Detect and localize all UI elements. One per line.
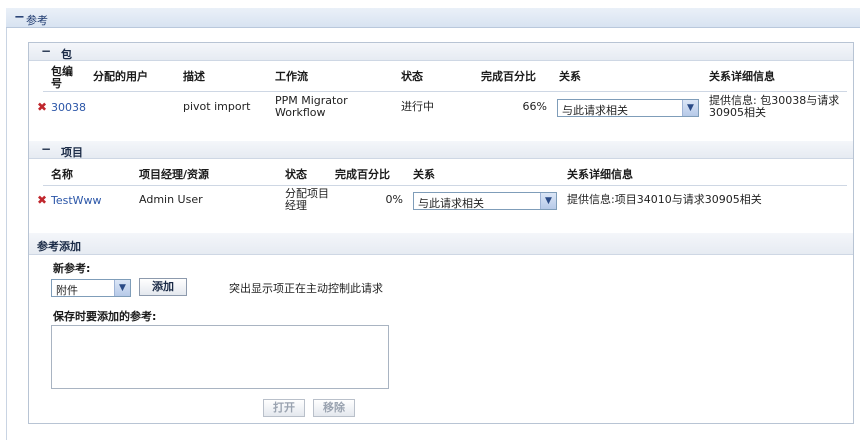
- package-link[interactable]: 30038: [51, 101, 86, 114]
- projects-header: − 项目: [29, 141, 853, 159]
- col-project-relationship-details: 关系详细信息: [567, 168, 633, 181]
- col-relationship-details: 关系详细信息: [709, 70, 775, 83]
- chevron-down-icon[interactable]: ▼: [114, 280, 130, 296]
- package-description: pivot import: [183, 100, 251, 113]
- col-status: 状态: [401, 70, 423, 83]
- header-divider: [43, 185, 847, 186]
- projects-title: 项目: [61, 146, 83, 159]
- open-button[interactable]: 打开: [263, 399, 305, 417]
- header-divider: [43, 91, 847, 92]
- new-reference-label: 新参考:: [53, 262, 91, 275]
- col-description: 描述: [183, 70, 205, 83]
- chevron-down-icon[interactable]: ▼: [682, 100, 698, 116]
- col-manager: 项目经理/资源: [139, 168, 210, 181]
- package-relationship-details: 提供信息: 包30038与请求30905相关: [709, 94, 840, 119]
- remove-icon[interactable]: ✖: [37, 100, 47, 114]
- col-project-status: 状态: [285, 168, 307, 181]
- col-package-id: 包编号: [51, 65, 73, 90]
- package-percent: 66%: [522, 100, 547, 113]
- project-relationship-select[interactable]: 与此请求相关 ▼: [413, 192, 557, 210]
- col-name: 名称: [51, 168, 73, 181]
- project-status: 分配项目经理: [285, 187, 329, 212]
- project-link[interactable]: TestWww: [51, 194, 102, 207]
- package-status: 进行中: [401, 100, 434, 113]
- projects-collapse-icon[interactable]: −: [41, 142, 51, 156]
- packages-title: 包: [61, 48, 72, 61]
- save-references-label: 保存时要添加的参考:: [53, 310, 157, 323]
- add-reference-title: 参考添加: [37, 240, 81, 253]
- package-relationship-select[interactable]: 与此请求相关 ▼: [557, 99, 699, 117]
- project-relationship-details: 提供信息:项目34010与请求30905相关: [567, 193, 762, 206]
- packages-header: − 包: [29, 43, 853, 61]
- highlight-hint: 突出显示项正在主动控制此请求: [229, 282, 383, 295]
- col-assigned-user: 分配的用户: [93, 70, 148, 83]
- col-workflow: 工作流: [275, 70, 308, 83]
- col-project-percent: 完成百分比: [335, 168, 390, 181]
- col-project-relationship: 关系: [413, 168, 435, 181]
- add-reference-header: 参考添加: [29, 233, 853, 255]
- section-header: − 参考: [6, 8, 860, 28]
- package-workflow: PPM Migrator Workflow: [275, 94, 348, 119]
- col-relationship: 关系: [559, 70, 581, 83]
- add-button[interactable]: 添加: [139, 278, 187, 296]
- remove-icon[interactable]: ✖: [37, 193, 47, 207]
- collapse-icon[interactable]: −: [14, 10, 25, 25]
- chevron-down-icon[interactable]: ▼: [540, 193, 556, 209]
- reference-type-select[interactable]: 附件 ▼: [51, 279, 131, 297]
- references-panel: − 包 包编号 分配的用户 描述 工作流 状态 完成百分比 关系 关系详细信息 …: [28, 42, 854, 424]
- section-title: 参考: [26, 14, 48, 27]
- project-manager: Admin User: [139, 193, 203, 206]
- col-percent: 完成百分比: [481, 70, 536, 83]
- project-percent: 0%: [385, 193, 403, 206]
- packages-collapse-icon[interactable]: −: [41, 44, 51, 58]
- references-to-add-textarea[interactable]: [51, 325, 389, 389]
- remove-button[interactable]: 移除: [313, 399, 355, 417]
